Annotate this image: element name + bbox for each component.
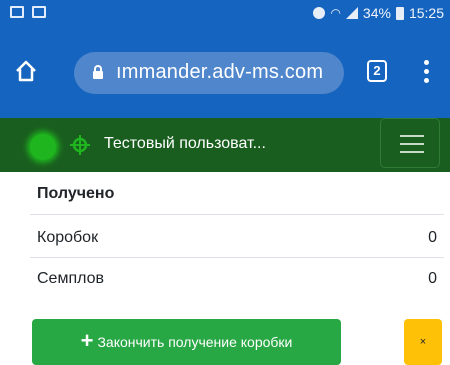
online-status-dot	[30, 134, 56, 160]
browser-menu-icon[interactable]	[424, 60, 430, 84]
wifi-icon: ◠	[330, 6, 341, 20]
app-header: Тестовый пользоват...	[0, 118, 450, 172]
signal-icon	[345, 7, 358, 19]
section-title: Получено	[37, 185, 115, 202]
plus-icon: +	[80, 328, 94, 353]
battery-percent: 34%	[362, 5, 391, 21]
notification-icons	[10, 6, 46, 18]
close-button[interactable]: ×	[404, 319, 442, 365]
lock-icon	[93, 65, 103, 79]
checkbox-notification-icon	[32, 6, 46, 18]
samples-value: 0	[428, 270, 437, 287]
status-bar: ◠ 34% 15:25	[0, 0, 450, 28]
crosshair-icon	[70, 135, 90, 155]
samples-label: Семплов	[37, 270, 105, 287]
tab-switcher-button[interactable]: 2	[367, 60, 387, 82]
boxes-value: 0	[428, 229, 437, 246]
boxes-label: Коробок	[37, 229, 99, 246]
url-text: ımmander.adv-ms.com	[116, 61, 324, 83]
finish-receiving-button[interactable]: + Закончить получение коробки	[32, 319, 341, 365]
alarm-icon	[313, 7, 326, 19]
browser-toolbar: ımmander.adv-ms.com 2	[0, 28, 450, 118]
battery-icon	[395, 6, 404, 20]
status-time: 15:25	[408, 5, 444, 21]
user-name[interactable]: Тестовый пользоват...	[104, 135, 266, 153]
menu-toggle-button[interactable]	[380, 118, 440, 168]
divider	[30, 257, 444, 258]
screen-icon	[10, 6, 24, 18]
address-bar[interactable]: ımmander.adv-ms.com	[74, 52, 344, 94]
system-indicators: ◠ 34% 15:25	[313, 5, 444, 21]
home-icon[interactable]	[14, 59, 38, 83]
finish-receiving-label: Закончить получение коробки	[97, 334, 293, 350]
divider	[30, 214, 444, 215]
